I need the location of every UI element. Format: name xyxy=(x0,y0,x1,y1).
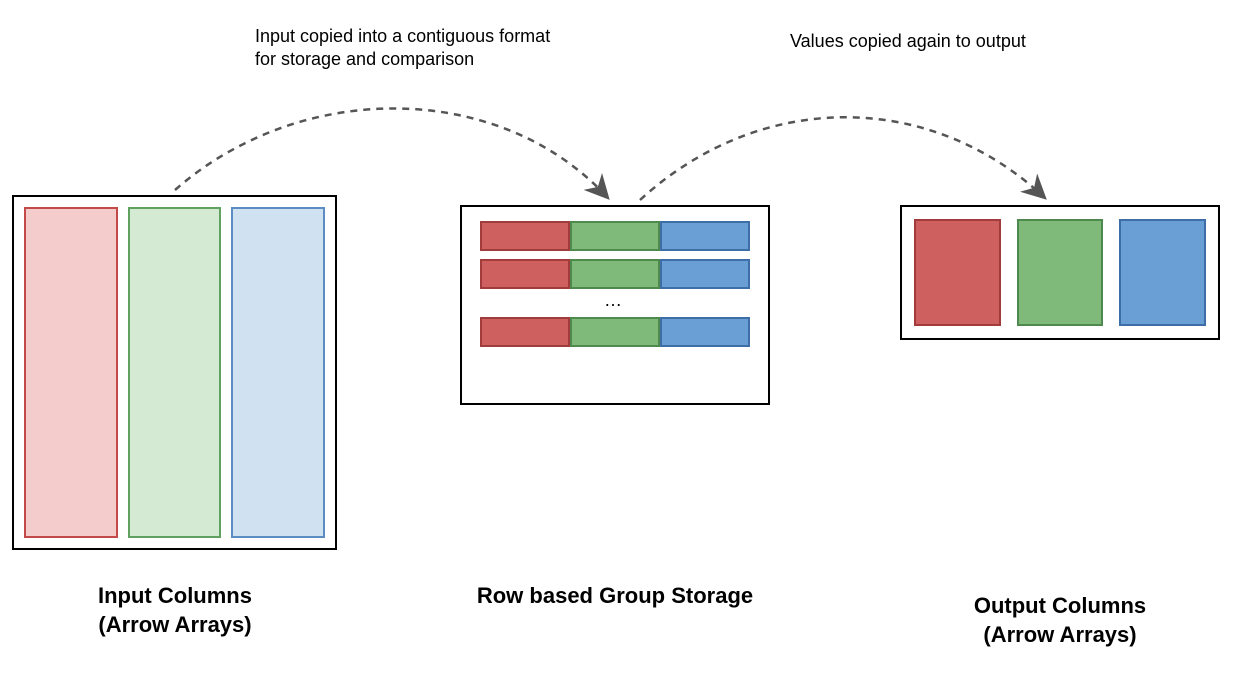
row2-seg-red xyxy=(480,259,570,289)
caption-output: Output Columns (Arrow Arrays) xyxy=(940,592,1180,649)
annotation-output-copied: Values copied again to output xyxy=(790,30,1090,53)
diagram-canvas: Input copied into a contiguous format fo… xyxy=(0,0,1246,682)
arrow-input-to-middle xyxy=(175,108,608,198)
row1-seg-red xyxy=(480,221,570,251)
output-column-blue xyxy=(1119,219,1206,326)
storage-row-1 xyxy=(480,221,750,251)
row1-seg-green xyxy=(570,221,660,251)
ellipsis: … xyxy=(604,297,626,309)
annotation-input-copied: Input copied into a contiguous format fo… xyxy=(255,25,575,72)
row1-seg-blue xyxy=(660,221,750,251)
storage-row-2 xyxy=(480,259,750,289)
row2-seg-green xyxy=(570,259,660,289)
input-column-green xyxy=(128,207,222,538)
storage-row-n xyxy=(480,317,750,347)
row-storage-box: … xyxy=(460,205,770,405)
output-column-green xyxy=(1017,219,1104,326)
arrow-middle-to-output xyxy=(640,117,1045,200)
input-column-red xyxy=(24,207,118,538)
rown-seg-green xyxy=(570,317,660,347)
caption-middle: Row based Group Storage xyxy=(445,582,785,611)
input-columns-box xyxy=(12,195,337,550)
caption-input: Input Columns (Arrow Arrays) xyxy=(55,582,295,639)
rown-seg-red xyxy=(480,317,570,347)
rown-seg-blue xyxy=(660,317,750,347)
input-column-blue xyxy=(231,207,325,538)
row2-seg-blue xyxy=(660,259,750,289)
output-column-red xyxy=(914,219,1001,326)
output-columns-box xyxy=(900,205,1220,340)
